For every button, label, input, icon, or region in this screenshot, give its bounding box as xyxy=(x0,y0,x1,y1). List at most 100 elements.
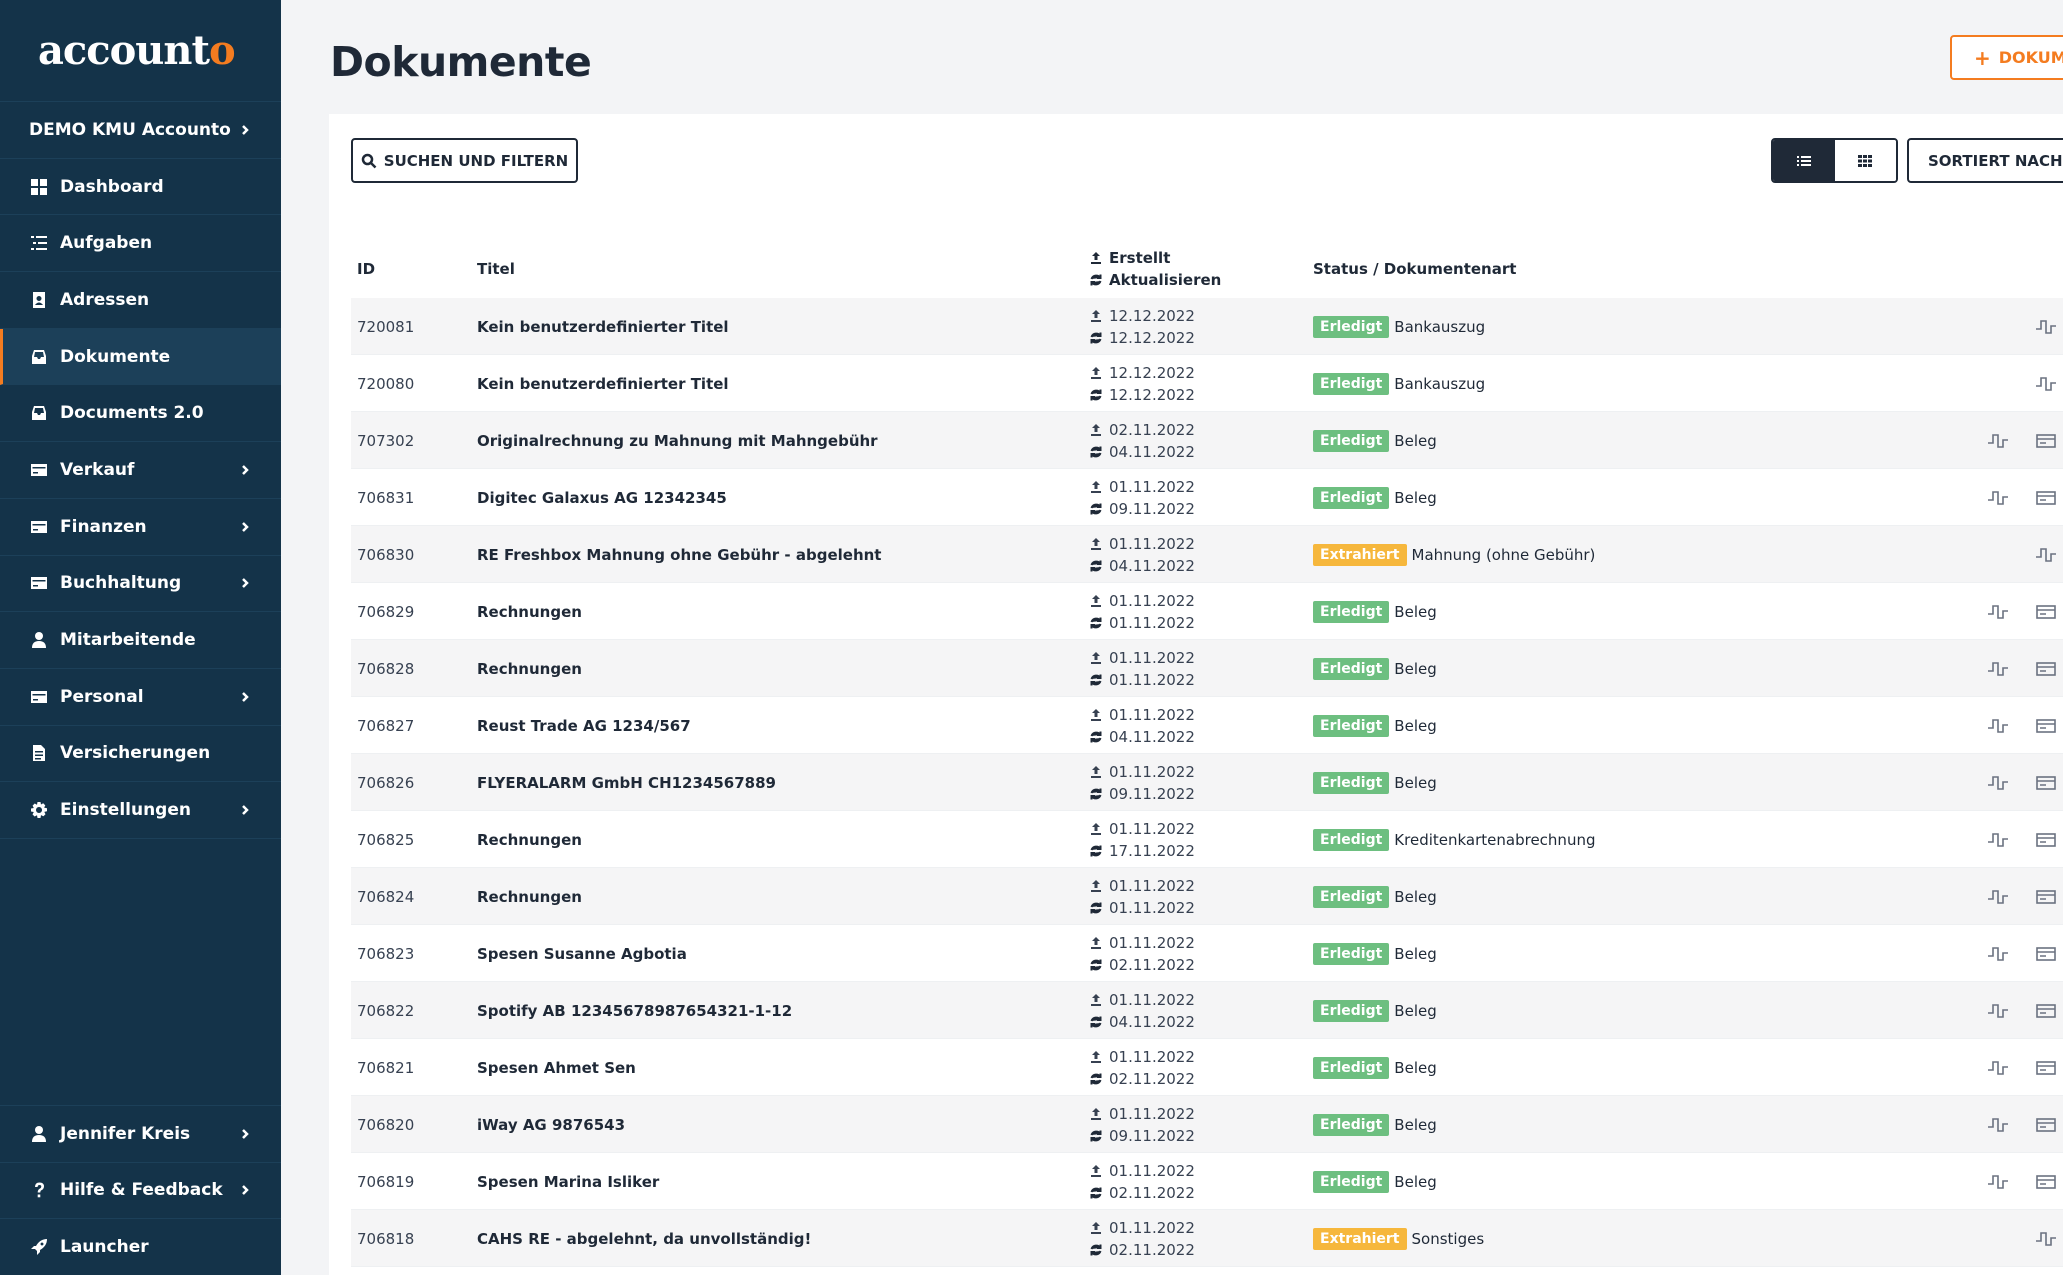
grid-view-button[interactable] xyxy=(1834,140,1896,181)
workflow-icon[interactable] xyxy=(1987,469,2009,526)
sidebar-item-documents-2-0[interactable]: Documents 2.0 xyxy=(0,385,281,443)
table-row[interactable]: 706830 RE Freshbox Mahnung ohne Gebühr - … xyxy=(351,526,2063,583)
table-row[interactable]: 706831 Digitec Galaxus AG 12342345 01.11.2… xyxy=(351,469,2063,526)
workflow-icon[interactable] xyxy=(1987,697,2009,754)
table-row[interactable]: 706823 Spesen Susanne Agbotia 01.11.2022 02… xyxy=(351,925,2063,982)
row-title[interactable]: Rechnungen xyxy=(477,811,582,868)
table-row[interactable]: 706829 Rechnungen 01.11.2022 01.11.2022 Erle… xyxy=(351,583,2063,640)
row-title[interactable]: Rechnungen xyxy=(477,583,582,640)
table-row[interactable]: 706824 Rechnungen 01.11.2022 01.11.2022 Erle… xyxy=(351,868,2063,925)
workflow-icon[interactable] xyxy=(1987,583,2009,640)
add-document-button[interactable]: + DOKUME xyxy=(1950,35,2063,80)
inbox-icon xyxy=(29,347,49,367)
workflow-icon[interactable] xyxy=(1987,1153,2009,1210)
payment-card-icon[interactable] xyxy=(2035,469,2057,526)
row-title[interactable]: Spesen Ahmet Sen xyxy=(477,1039,636,1096)
table-row[interactable]: 706825 Rechnungen 01.11.2022 17.11.2022 Erle… xyxy=(351,811,2063,868)
refresh-icon xyxy=(1090,1016,1102,1027)
workflow-icon[interactable] xyxy=(1987,868,2009,925)
column-header-id[interactable]: ID xyxy=(357,240,375,297)
row-dates: 01.11.2022 09.11.2022 xyxy=(1089,469,1195,526)
sidebar-item-einstellungen[interactable]: Einstellungen xyxy=(0,782,281,839)
view-toggle xyxy=(1771,138,1898,183)
table-row[interactable]: 706821 Spesen Ahmet Sen 01.11.2022 02.11.20… xyxy=(351,1039,2063,1096)
row-title[interactable]: CAHS RE - abgelehnt, da unvollständig! xyxy=(477,1210,811,1267)
row-title[interactable]: Rechnungen xyxy=(477,868,582,925)
sidebar-item-personal[interactable]: Personal xyxy=(0,669,281,726)
payment-card-icon[interactable] xyxy=(2035,925,2057,982)
workflow-icon[interactable] xyxy=(1987,1096,2009,1153)
row-title[interactable]: Kein benutzerdefinierter Titel xyxy=(477,298,729,355)
table-row[interactable]: 706818 CAHS RE - abgelehnt, da unvollstän… xyxy=(351,1210,2063,1267)
sidebar-item-dokumente[interactable]: Dokumente xyxy=(0,328,281,386)
sidebar-item-verkauf[interactable]: Verkauf xyxy=(0,442,281,499)
row-title[interactable]: iWay AG 9876543 xyxy=(477,1096,625,1153)
sidebar-item-label: Einstellungen xyxy=(60,800,191,821)
sidebar-item-jennifer-kreis[interactable]: Jennifer Kreis xyxy=(0,1104,281,1162)
row-title[interactable]: Digitec Galaxus AG 12342345 xyxy=(477,469,727,526)
row-title[interactable]: RE Freshbox Mahnung ohne Gebühr - abgele… xyxy=(477,526,881,583)
row-title[interactable]: Reust Trade AG 1234/567 xyxy=(477,697,691,754)
table-row[interactable]: 707302 Originalrechnung zu Mahnung mit Ma… xyxy=(351,412,2063,469)
sidebar-item-finanzen[interactable]: Finanzen xyxy=(0,499,281,556)
column-header-status[interactable]: Status / Dokumentenart xyxy=(1313,240,1516,297)
payment-card-icon[interactable] xyxy=(2035,583,2057,640)
column-header-dates[interactable]: Erstellt Aktualisieren xyxy=(1089,240,1221,297)
row-title[interactable]: Originalrechnung zu Mahnung mit Mahngebü… xyxy=(477,412,878,469)
row-title[interactable]: Spesen Susanne Agbotia xyxy=(477,925,687,982)
workflow-icon[interactable] xyxy=(1987,754,2009,811)
workflow-icon[interactable] xyxy=(2035,1210,2057,1267)
rocket-icon xyxy=(29,1237,49,1257)
payment-card-icon[interactable] xyxy=(2035,1039,2057,1096)
sidebar-item-adressen[interactable]: Adressen xyxy=(0,272,281,329)
workflow-icon[interactable] xyxy=(1987,412,2009,469)
logo[interactable]: accounto xyxy=(0,0,281,102)
status-badge: Erledigt xyxy=(1313,999,1390,1022)
row-title[interactable]: Rechnungen xyxy=(477,640,582,697)
payment-card-icon[interactable] xyxy=(2035,811,2057,868)
table-row[interactable]: 720080 Kein benutzerdefinierter Titel 12.1… xyxy=(351,355,2063,412)
workflow-icon[interactable] xyxy=(2035,298,2057,355)
sidebar-item-dashboard[interactable]: Dashboard xyxy=(0,159,281,216)
workflow-icon[interactable] xyxy=(1987,925,2009,982)
status-badge: Erledigt xyxy=(1313,315,1390,338)
sidebar-item-mitarbeitende[interactable]: Mitarbeitende xyxy=(0,612,281,669)
sidebar-item-aufgaben[interactable]: Aufgaben xyxy=(0,215,281,273)
row-title[interactable]: Kein benutzerdefinierter Titel xyxy=(477,355,729,412)
sidebar-item-buchhaltung[interactable]: Buchhaltung xyxy=(0,556,281,613)
payment-card-icon[interactable] xyxy=(2035,868,2057,925)
payment-card-icon[interactable] xyxy=(2035,697,2057,754)
list-view-button[interactable] xyxy=(1773,140,1835,181)
row-title[interactable]: Spesen Marina Isliker xyxy=(477,1153,659,1210)
workflow-icon[interactable] xyxy=(1987,1039,2009,1096)
company-selector[interactable]: DEMO KMU Accounto xyxy=(0,102,281,159)
table-row[interactable]: 706819 Spesen Marina Isliker 01.11.2022 02.… xyxy=(351,1153,2063,1210)
row-id: 706826 xyxy=(357,773,415,792)
payment-card-icon[interactable] xyxy=(2035,412,2057,469)
sort-button[interactable]: SORTIERT NACH ID xyxy=(1907,138,2063,183)
workflow-icon[interactable] xyxy=(2035,355,2057,412)
table-row[interactable]: 706826 FLYERALARM GmbH CH1234567889 01.11.… xyxy=(351,754,2063,811)
sidebar-item-hilfe-feedback[interactable]: Hilfe & Feedback xyxy=(0,1161,281,1219)
workflow-icon[interactable] xyxy=(1987,811,2009,868)
table-row[interactable]: 706827 Reust Trade AG 1234/567 01.11.2022 0… xyxy=(351,697,2063,754)
table-row[interactable]: 720081 Kein benutzerdefinierter Titel 12.1… xyxy=(351,298,2063,355)
column-header-title[interactable]: Titel xyxy=(477,240,515,297)
sidebar-item-launcher[interactable]: Launcher xyxy=(0,1218,281,1275)
row-title[interactable]: Spotify AB 12345678987654321-1-12 xyxy=(477,982,792,1039)
table-row[interactable]: 706820 iWay AG 9876543 01.11.2022 09.11.202… xyxy=(351,1096,2063,1153)
table-row[interactable]: 706822 Spotify AB 12345678987654321-1-12 0… xyxy=(351,982,2063,1039)
workflow-icon[interactable] xyxy=(1987,982,2009,1039)
workflow-icon[interactable] xyxy=(2035,526,2057,583)
search-filter-button[interactable]: SUCHEN UND FILTERN xyxy=(351,138,578,183)
row-title[interactable]: FLYERALARM GmbH CH1234567889 xyxy=(477,754,776,811)
sidebar-item-versicherungen[interactable]: Versicherungen xyxy=(0,726,281,783)
payment-card-icon[interactable] xyxy=(2035,982,2057,1039)
payment-card-icon[interactable] xyxy=(2035,1096,2057,1153)
table-row[interactable]: 706828 Rechnungen 01.11.2022 01.11.2022 Erle… xyxy=(351,640,2063,697)
row-dates: 01.11.2022 04.11.2022 xyxy=(1089,526,1195,583)
workflow-icon[interactable] xyxy=(1987,640,2009,697)
payment-card-icon[interactable] xyxy=(2035,1153,2057,1210)
payment-card-icon[interactable] xyxy=(2035,640,2057,697)
payment-card-icon[interactable] xyxy=(2035,754,2057,811)
